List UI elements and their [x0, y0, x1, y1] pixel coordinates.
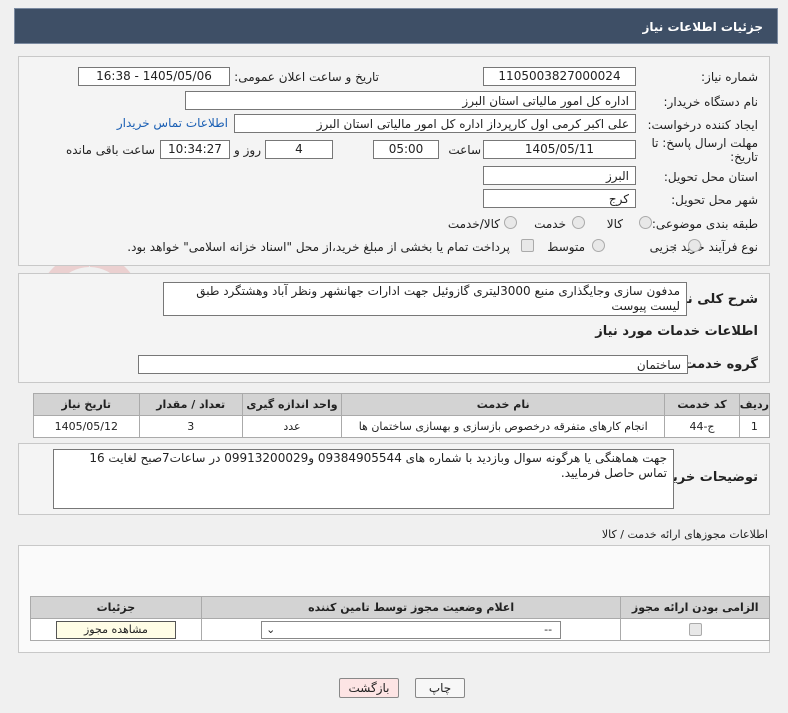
- cell-details: مشاهده مجوز: [30, 618, 202, 641]
- back-button[interactable]: بازگشت: [339, 678, 399, 698]
- cell-idx: 1: [738, 415, 771, 438]
- col-qty: تعداد / مقدار: [138, 393, 243, 416]
- province-field: البرز: [483, 166, 636, 185]
- need-number-field: 1105003827000024: [483, 67, 636, 86]
- remaining-time-field: 10:34:27: [160, 140, 230, 159]
- category-radio-service[interactable]: [572, 216, 585, 229]
- print-button[interactable]: چاپ: [415, 678, 465, 698]
- cell-unit: عدد: [241, 415, 343, 438]
- contact-buyer-link[interactable]: اطلاعات تماس خریدار: [117, 116, 228, 130]
- category-label: طبقه بندی موضوعی:: [651, 217, 758, 231]
- page-title: جزئیات اطلاعات نیاز: [642, 20, 763, 34]
- buyer-label: نام دستگاه خریدار:: [663, 95, 759, 109]
- services-table: ردیف کد خدمت نام خدمت واحد اندازه گیری ت…: [33, 393, 771, 438]
- city-label: شهر محل تحویل:: [671, 193, 758, 207]
- process-label: نوع فرآیند خرید :: [673, 240, 758, 254]
- col-unit: واحد اندازه گیری: [241, 393, 343, 416]
- cell-date: 1405/05/12: [33, 415, 140, 438]
- deadline-label: مهلت ارسال پاسخ: تا: [651, 136, 758, 150]
- permit-status-select[interactable]: ⌄ --: [261, 620, 562, 639]
- creator-field: علی اکبر کرمی اول کارپرداز اداره کل امور…: [234, 114, 636, 133]
- treasury-checkbox[interactable]: [521, 239, 534, 252]
- service-group-field: ساختمان: [138, 355, 688, 374]
- cell-qty: 3: [138, 415, 243, 438]
- need-number-label: شماره نیاز:: [701, 70, 758, 84]
- permit-status-value: --: [544, 622, 553, 636]
- province-label: استان محل تحویل:: [663, 170, 758, 184]
- col-code: کد خدمت: [664, 393, 740, 416]
- buyer-field: اداره کل امور مالیاتی استان البرز: [185, 91, 636, 110]
- info-panel: [18, 56, 770, 266]
- col-date: تاریخ نیاز: [33, 393, 140, 416]
- days-field: 4: [265, 140, 333, 159]
- category-option-goods: کالا: [606, 217, 623, 231]
- cell-name: انجام کارهای متفرقه درخصوص بازسازی و بهس…: [341, 415, 666, 438]
- table-row: ⌄ -- مشاهده مجوز: [30, 618, 770, 641]
- category-option-service: خدمت: [534, 217, 566, 231]
- permits-table: الزامی بودن ارائه مجوز اعلام وضعیت مجوز …: [30, 596, 770, 641]
- view-permit-button[interactable]: مشاهده مجوز: [55, 620, 176, 639]
- service-group-label: گروه خدمت:: [678, 357, 758, 372]
- deadline-date-field: 1405/05/11: [483, 140, 636, 159]
- process-option-medium: متوسط: [547, 240, 585, 254]
- cell-code: ج-44: [664, 415, 740, 438]
- col-idx: ردیف: [738, 393, 771, 416]
- col-name: نام خدمت: [341, 393, 666, 416]
- announce-field: 1405/05/06 - 16:38: [78, 67, 230, 86]
- payment-note: پرداخت تمام یا بخشی از مبلغ خرید،از محل …: [127, 240, 510, 254]
- creator-label: ایجاد کننده درخواست:: [647, 118, 758, 132]
- services-title: اطلاعات خدمات مورد نیاز: [595, 324, 758, 339]
- process-radio-medium[interactable]: [592, 239, 605, 252]
- required-checkbox: [688, 623, 702, 637]
- cell-permit-status: ⌄ --: [200, 618, 622, 641]
- process-radio-minor[interactable]: [688, 239, 701, 252]
- buyer-notes-field: جهت هماهنگی یا هرگونه سوال وبازدید با شم…: [53, 449, 674, 509]
- summary-field: مدفون سازی وجایگذاری منبع 3000لیتری گازو…: [163, 282, 687, 316]
- permits-title: اطلاعات مجوزهای ارائه خدمت / کالا: [601, 528, 768, 541]
- cell-required: [620, 618, 770, 641]
- category-radio-goods[interactable]: [639, 216, 652, 229]
- deadline-label-2: تاریخ:: [730, 150, 758, 164]
- chevron-down-icon: ⌄: [266, 622, 276, 636]
- category-option-both: کالا/خدمت: [447, 217, 500, 231]
- col-permit-status: اعلام وضعیت مجوز توسط تامین کننده: [200, 596, 622, 619]
- days-label: روز و: [234, 143, 261, 157]
- col-required: الزامی بودن ارائه مجوز: [620, 596, 770, 619]
- announce-label: تاریخ و ساعت اعلان عمومی:: [234, 70, 379, 84]
- col-details: جزئیات: [30, 596, 202, 619]
- process-option-minor: جزیی: [649, 240, 677, 254]
- category-radio-both[interactable]: [504, 216, 517, 229]
- deadline-time-field: 05:00: [373, 140, 439, 159]
- time-label: ساعت: [448, 143, 481, 157]
- city-field: کرج: [483, 189, 636, 208]
- remaining-label: ساعت باقی مانده: [65, 143, 155, 157]
- page-header: جزئیات اطلاعات نیاز: [14, 8, 778, 44]
- table-row: 1 ج-44 انجام کارهای متفرقه درخصوص بازساز…: [33, 415, 771, 438]
